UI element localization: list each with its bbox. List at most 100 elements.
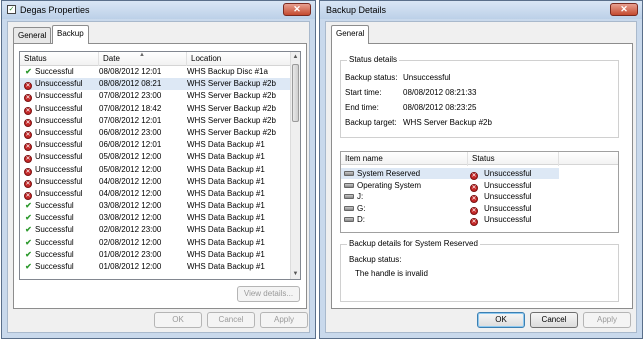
backup-items-list[interactable]: Item name Status System Reserved ✕ Unsucce…	[340, 151, 619, 233]
tab-general[interactable]: General	[13, 27, 52, 43]
row-status: ✕ Unsuccessful	[24, 90, 83, 103]
scroll-up-icon[interactable]: ▲	[291, 52, 300, 62]
item-name: D:	[344, 214, 365, 225]
table-row[interactable]: ✕ Unsuccessful 06/08/2012 12:01 WHS Data Ba…	[20, 139, 290, 152]
cancel-button[interactable]: Cancel	[530, 312, 578, 328]
table-row[interactable]: ✕ Unsuccessful 05/08/2012 12:00 WHS Data Ba…	[20, 151, 290, 164]
drive-icon	[344, 171, 354, 176]
list-item[interactable]: G: ✕ Unsuccessful	[341, 203, 559, 215]
table-row[interactable]: ✔ Successful 08/08/2012 12:01 WHS Backup Di…	[20, 66, 290, 78]
item-name-text: Operating System	[357, 180, 422, 190]
status-details-group: Status details Backup status: Unsuccessf…	[340, 55, 619, 138]
error-icon: ✕	[24, 179, 32, 188]
table-row[interactable]: ✔ Successful 03/08/2012 12:00 WHS Data Back…	[20, 200, 290, 212]
row-date: 01/08/2012 12:00	[99, 262, 162, 271]
backup-tab-panel: Status Date ▲ Location ✔ Successful 08/08/…	[13, 43, 307, 309]
row-date: 07/08/2012 23:00	[99, 91, 162, 101]
close-button[interactable]: ✕	[610, 3, 638, 16]
item-name-text: System Reserved	[357, 169, 421, 178]
table-row[interactable]: ✕ Unsuccessful 07/08/2012 12:01 WHS Server …	[20, 115, 290, 127]
error-icon: ✕	[24, 94, 32, 103]
cancel-button[interactable]: Cancel	[207, 312, 255, 328]
row-status-text: Unsuccessful	[35, 115, 83, 125]
ok-button[interactable]: OK	[154, 312, 202, 328]
column-header-item-name[interactable]: Item name	[341, 152, 468, 166]
scroll-down-icon[interactable]: ▼	[291, 269, 300, 279]
close-button[interactable]: ✕	[283, 3, 311, 16]
error-icon: ✕	[24, 191, 32, 200]
item-status-text: Unsuccessful	[484, 203, 532, 213]
table-row[interactable]: ✔ Successful 02/08/2012 12:00 WHS Data Back…	[20, 237, 290, 249]
row-location: WHS Server Backup #2b	[187, 115, 276, 125]
table-row[interactable]: ✕ Unsuccessful 08/08/2012 08:21 WHS Server …	[20, 78, 290, 91]
row-status: ✕ Unsuccessful	[24, 188, 83, 200]
end-time-label: End time:	[345, 103, 379, 112]
row-status-text: Successful	[35, 225, 74, 235]
window-title: Degas Properties	[20, 5, 90, 15]
tab-backup[interactable]: Backup	[52, 25, 89, 44]
title-bar[interactable]: Backup Details ✕	[320, 1, 642, 19]
view-details-button[interactable]: View details...	[237, 286, 300, 302]
row-date: 08/08/2012 12:01	[99, 67, 162, 76]
row-status: ✔ Successful	[24, 237, 74, 249]
row-location: WHS Server Backup #2b	[187, 103, 276, 113]
column-header-item-status[interactable]: Status	[468, 152, 559, 166]
list-item[interactable]: J: ✕ Unsuccessful	[341, 191, 559, 203]
table-row[interactable]: ✕ Unsuccessful 06/08/2012 23:00 WHS Server …	[20, 127, 290, 139]
table-row[interactable]: ✕ Unsuccessful 04/08/2012 12:00 WHS Data Ba…	[20, 188, 290, 200]
drive-icon	[344, 182, 354, 188]
list-item[interactable]: Operating System ✕ Unsuccessful	[341, 180, 559, 192]
apply-button[interactable]: Apply	[583, 312, 631, 328]
row-status-text: Unsuccessful	[35, 176, 83, 186]
table-row[interactable]: ✕ Unsuccessful 04/08/2012 12:00 WHS Data Ba…	[20, 176, 290, 188]
item-status: ✕ Unsuccessful	[470, 168, 532, 180]
row-location: WHS Backup Disc #1a	[187, 67, 268, 76]
row-date: 07/08/2012 18:42	[99, 103, 162, 113]
table-row[interactable]: ✔ Successful 01/08/2012 23:00 WHS Data Back…	[20, 249, 290, 261]
apply-button[interactable]: Apply	[260, 312, 308, 328]
success-check-icon: ✔	[25, 249, 32, 259]
item-status-text: Unsuccessful	[484, 192, 532, 201]
row-status: ✔ Successful	[24, 212, 74, 224]
ok-button[interactable]: OK	[477, 312, 525, 328]
table-row[interactable]: ✔ Successful 01/08/2012 12:00 WHS Data Back…	[20, 261, 290, 273]
backup-status-label: Backup status:	[345, 73, 398, 82]
scroll-thumb[interactable]	[292, 64, 299, 122]
row-location: WHS Data Backup #1	[187, 201, 265, 211]
column-header-status[interactable]: Status	[20, 52, 99, 66]
table-row[interactable]: ✕ Unsuccessful 05/08/2012 12:00 WHS Data Ba…	[20, 164, 290, 176]
column-header-date[interactable]: Date ▲	[99, 52, 187, 66]
row-status-text: Successful	[35, 237, 74, 247]
item-status: ✕ Unsuccessful	[470, 214, 532, 226]
row-location: WHS Data Backup #1	[187, 164, 265, 174]
items-list-header: Item name Status	[341, 152, 618, 166]
row-location: WHS Data Backup #1	[187, 152, 265, 162]
row-date: 02/08/2012 12:00	[99, 237, 162, 247]
table-row[interactable]: ✔ Successful 02/08/2012 23:00 WHS Data Back…	[20, 224, 290, 236]
row-status: ✕ Unsuccessful	[24, 151, 83, 164]
table-row[interactable]: ✕ Unsuccessful 07/08/2012 23:00 WHS Server …	[20, 90, 290, 103]
row-status: ✔ Successful	[24, 66, 74, 78]
row-status-text: Unsuccessful	[35, 103, 83, 113]
row-status: ✔ Successful	[24, 224, 74, 236]
list-item[interactable]: System Reserved ✕ Unsuccessful	[341, 168, 559, 180]
table-row[interactable]: ✕ Unsuccessful 07/08/2012 18:42 WHS Server …	[20, 103, 290, 115]
row-date: 07/08/2012 12:01	[99, 115, 162, 125]
start-time-label: Start time:	[345, 88, 382, 97]
title-bar[interactable]: ✓ Degas Properties ✕	[2, 1, 315, 19]
row-status: ✔ Successful	[24, 261, 74, 273]
list-item[interactable]: D: ✕ Unsuccessful	[341, 214, 559, 226]
row-status-text: Successful	[35, 213, 74, 223]
table-row[interactable]: ✔ Successful 03/08/2012 12:00 WHS Data Back…	[20, 212, 290, 224]
start-time-value: 08/08/2012 08:21:33	[403, 88, 477, 97]
tab-general[interactable]: General	[331, 25, 370, 44]
error-icon: ✕	[24, 106, 32, 115]
column-header-location[interactable]: Location	[187, 52, 292, 66]
general-tab-panel: Status details Backup status: Unsuccessf…	[331, 43, 633, 309]
row-date: 02/08/2012 23:00	[99, 225, 162, 235]
row-status: ✕ Unsuccessful	[24, 115, 83, 127]
backup-target-value: WHS Server Backup #2b	[403, 118, 492, 127]
success-check-icon: ✔	[25, 213, 32, 223]
backup-history-list[interactable]: Status Date ▲ Location ✔ Successful 08/08/…	[19, 51, 301, 280]
vertical-scrollbar[interactable]: ▲ ▼	[290, 52, 300, 279]
